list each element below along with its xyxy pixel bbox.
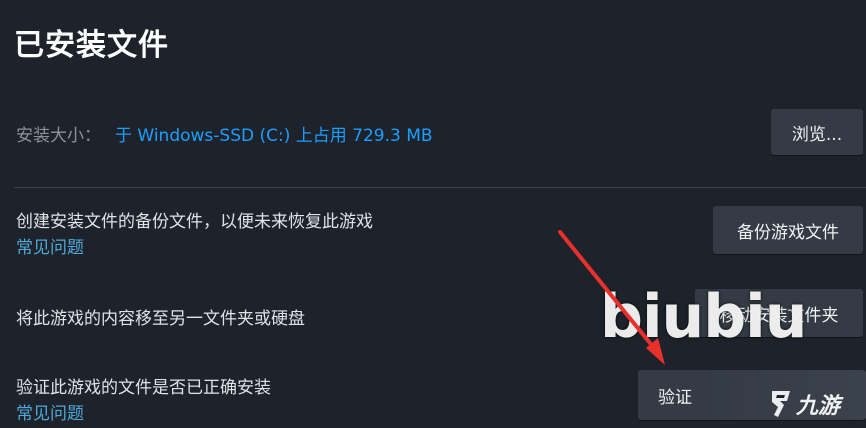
- section-divider: [14, 187, 866, 188]
- nine-game-logo-icon: [772, 391, 790, 417]
- verify-description: 验证此游戏的文件是否已正确安装: [16, 378, 271, 398]
- install-size-value[interactable]: 于 Windows-SSD (C:) 上占用 729.3 MB: [115, 126, 433, 146]
- backup-faq-link[interactable]: 常见问题: [16, 233, 84, 258]
- verify-files-label: 验证: [658, 387, 692, 408]
- install-size-row: 安装大小： 于 Windows-SSD (C:) 上占用 729.3 MB: [16, 121, 433, 146]
- biubiu-watermark: biubiu: [600, 282, 807, 352]
- nine-game-logo: 九游: [768, 388, 840, 420]
- install-size-label: 安装大小：: [16, 126, 101, 146]
- verify-faq-link[interactable]: 常见问题: [16, 399, 84, 424]
- browse-button[interactable]: 浏览...: [771, 109, 863, 155]
- backup-game-files-button[interactable]: 备份游戏文件: [713, 206, 863, 254]
- page-title: 已安装文件: [14, 28, 169, 63]
- nine-game-logo-text: 九游: [796, 394, 841, 419]
- backup-description: 创建安装文件的备份文件，以便未来恢复此游戏: [16, 212, 373, 232]
- move-description: 将此游戏的内容移至另一文件夹或硬盘: [16, 309, 305, 329]
